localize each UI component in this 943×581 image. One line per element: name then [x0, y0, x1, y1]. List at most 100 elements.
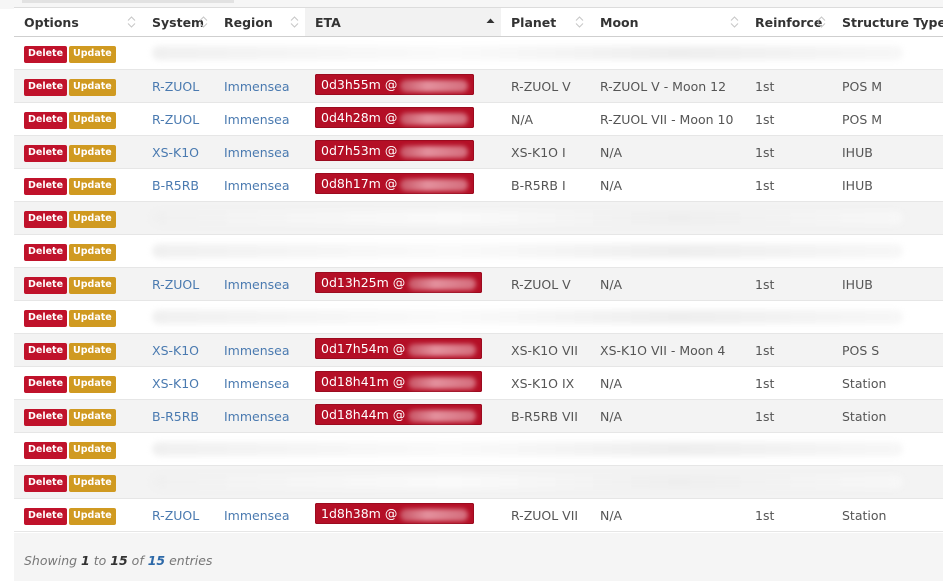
moon-value: N/A [600, 276, 623, 292]
system-link[interactable]: R-ZUOL [152, 508, 199, 523]
update-button[interactable]: Update [69, 507, 116, 525]
delete-button[interactable]: Delete [24, 177, 68, 195]
region-link[interactable]: Immensea [224, 277, 290, 292]
column-header-region[interactable]: Region [214, 7, 305, 37]
system-cell: R-ZUOL [142, 498, 214, 532]
delete-button[interactable]: Delete [24, 243, 68, 261]
region-link[interactable]: Immensea [224, 178, 290, 193]
column-header-label: Reinforce [755, 14, 823, 30]
update-button[interactable]: Update [69, 210, 116, 228]
structure-type-value: Station [842, 507, 887, 523]
region-link[interactable]: Immensea [224, 376, 290, 391]
delete-button[interactable]: Delete [24, 45, 68, 63]
moon-value: R-ZUOL VII - Moon 10 [600, 111, 734, 127]
delete-button[interactable]: Delete [24, 111, 68, 129]
system-link[interactable]: XS-K1O [152, 376, 199, 391]
eta-cell: 0d3h55m @ [305, 69, 501, 103]
planet-cell: XS-K1O IX [501, 366, 590, 400]
system-link[interactable]: R-ZUOL [152, 79, 199, 94]
options-cell: Delete Update [14, 69, 142, 103]
region-link[interactable]: Immensea [224, 145, 290, 160]
reinforce-value: 1st [755, 177, 775, 193]
region-link[interactable]: Immensea [224, 409, 290, 424]
delete-button[interactable]: Delete [24, 342, 68, 360]
delete-button[interactable]: Delete [24, 144, 68, 162]
eta-badge: 0d13h25m @ [315, 272, 483, 293]
search-box-edge[interactable] [22, 0, 234, 3]
column-header-eta[interactable]: ETA [305, 7, 501, 37]
sort-ascending-icon[interactable] [486, 14, 495, 30]
sort-both-icon[interactable] [127, 14, 136, 30]
eta-redaction-blur [400, 508, 469, 521]
region-link[interactable]: Immensea [224, 508, 290, 523]
update-button[interactable]: Update [69, 45, 116, 63]
planet-cell: B-R5RB VII [501, 399, 590, 433]
system-link[interactable]: R-ZUOL [152, 112, 199, 127]
region-cell: Immensea [214, 69, 305, 103]
update-button[interactable]: Update [69, 474, 116, 492]
region-cell: Immensea [214, 498, 305, 532]
column-header-planet[interactable]: Planet [501, 7, 590, 37]
delete-button[interactable]: Delete [24, 309, 68, 327]
column-header-system[interactable]: System [142, 7, 214, 37]
sort-both-icon[interactable] [575, 14, 584, 30]
update-button[interactable]: Update [69, 243, 116, 261]
region-cell: Immensea [214, 366, 305, 400]
moon-cell: R-ZUOL V - Moon 12 [590, 69, 745, 103]
redacted-row-content [142, 300, 943, 334]
structure-type-value: POS M [842, 111, 883, 127]
delete-button[interactable]: Delete [24, 441, 68, 459]
delete-button[interactable]: Delete [24, 276, 68, 294]
update-button[interactable]: Update [69, 276, 116, 294]
eta-redaction-blur [408, 343, 477, 356]
moon-cell: N/A [590, 366, 745, 400]
update-button[interactable]: Update [69, 78, 116, 96]
region-link[interactable]: Immensea [224, 343, 290, 358]
eta-redaction-blur [400, 145, 469, 158]
delete-button[interactable]: Delete [24, 375, 68, 393]
update-button[interactable]: Update [69, 111, 116, 129]
sort-both-icon[interactable] [199, 14, 208, 30]
column-header-reinforce[interactable]: Reinforce [745, 7, 832, 37]
update-button[interactable]: Update [69, 375, 116, 393]
sort-both-icon[interactable] [817, 14, 826, 30]
region-link[interactable]: Immensea [224, 79, 290, 94]
region-link[interactable]: Immensea [224, 112, 290, 127]
delete-button[interactable]: Delete [24, 408, 68, 426]
moon-value: N/A [600, 177, 623, 193]
update-button[interactable]: Update [69, 309, 116, 327]
column-header-options[interactable]: Options [14, 7, 142, 37]
redacted-row-content [142, 36, 943, 70]
eta-text: 0d3h55m @ [321, 77, 398, 92]
structure-type-value: Station [842, 408, 887, 424]
update-button[interactable]: Update [69, 408, 116, 426]
delete-button[interactable]: Delete [24, 210, 68, 228]
delete-button[interactable]: Delete [24, 507, 68, 525]
eta-redaction-blur [400, 79, 469, 92]
system-link[interactable]: B-R5RB [152, 409, 199, 424]
options-cell: Delete Update [14, 432, 142, 466]
system-link[interactable]: XS-K1O [152, 145, 199, 160]
moon-value: N/A [600, 408, 623, 424]
column-header-label: Region [224, 14, 273, 30]
entries-start: 1 [81, 553, 90, 568]
delete-button[interactable]: Delete [24, 78, 68, 96]
update-button[interactable]: Update [69, 441, 116, 459]
structure-type-value: Station [842, 375, 887, 391]
eta-text: 1d8h38m @ [321, 506, 398, 521]
column-header-moon[interactable]: Moon [590, 7, 745, 37]
system-link[interactable]: R-ZUOL [152, 277, 199, 292]
eta-badge: 0d18h41m @ [315, 371, 483, 392]
update-button[interactable]: Update [69, 177, 116, 195]
reinforce-value: 1st [755, 276, 775, 292]
update-button[interactable]: Update [69, 144, 116, 162]
eta-cell: 0d7h53m @ [305, 135, 501, 169]
system-link[interactable]: B-R5RB [152, 178, 199, 193]
system-link[interactable]: XS-K1O [152, 343, 199, 358]
column-header-structure-type[interactable]: Structure Type [832, 7, 943, 37]
sort-both-icon[interactable] [730, 14, 739, 30]
sort-both-icon[interactable] [290, 14, 299, 30]
entries-info-prefix: Showing [24, 553, 78, 568]
delete-button[interactable]: Delete [24, 474, 68, 492]
update-button[interactable]: Update [69, 342, 116, 360]
